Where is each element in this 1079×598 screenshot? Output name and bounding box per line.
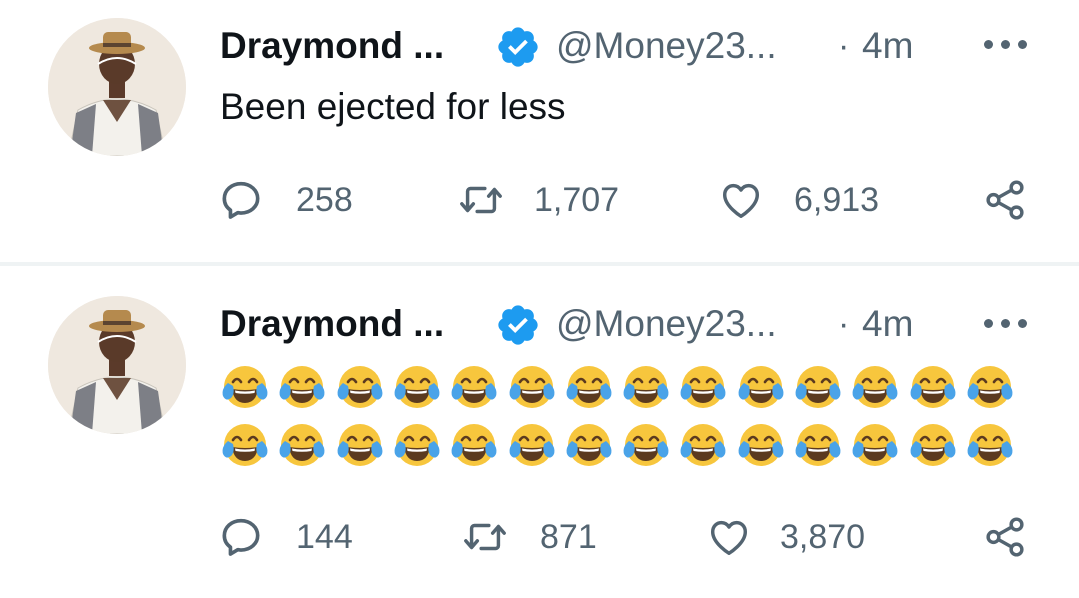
tears-of-joy-emoji-icon [623, 366, 669, 408]
tears-of-joy-emoji-icon [623, 424, 669, 466]
like-count: 6,913 [794, 181, 880, 219]
share-icon[interactable] [982, 177, 1028, 223]
tears-of-joy-emoji-icon [451, 424, 497, 466]
tears-of-joy-emoji-icon [680, 366, 726, 408]
tears-of-joy-emoji-icon [394, 366, 440, 408]
more-options-icon[interactable] [984, 319, 1028, 331]
tweet-text: Been ejected for less [220, 86, 566, 127]
timestamp[interactable]: 4m [862, 25, 913, 67]
retweet-count: 871 [540, 518, 597, 556]
like-count: 3,870 [780, 518, 866, 556]
like-heart-icon[interactable] [718, 177, 764, 223]
author-name[interactable]: Draymond ... [220, 25, 444, 67]
tears-of-joy-emoji-icon [337, 424, 383, 466]
tears-of-joy-emoji-icon [680, 424, 726, 466]
more-options-icon[interactable] [984, 40, 1028, 52]
tears-of-joy-emoji-icon [566, 424, 612, 466]
verified-badge-icon [498, 305, 538, 345]
tears-of-joy-emoji-icon [566, 366, 612, 408]
retweet-count: 1,707 [534, 181, 620, 219]
tears-of-joy-emoji-icon [967, 366, 1013, 408]
tears-of-joy-emoji-icon [795, 424, 841, 466]
retweet-icon[interactable] [462, 514, 508, 560]
like-heart-icon[interactable] [706, 514, 752, 560]
avatar[interactable] [48, 296, 186, 434]
tears-of-joy-emoji-icon [738, 424, 784, 466]
tears-of-joy-emoji-icon [337, 366, 383, 408]
tears-of-joy-emoji-icon [394, 424, 440, 466]
tears-of-joy-emoji-icon [222, 424, 268, 466]
separator-dot: · [838, 27, 850, 65]
tears-of-joy-emoji-icon [509, 366, 554, 408]
tweet[interactable]: Draymond ... @Money23... · 4m Been eject… [0, 0, 1079, 262]
tears-of-joy-emoji-icon [795, 366, 841, 408]
tears-of-joy-emoji-icon [910, 424, 956, 466]
reply-count: 258 [296, 181, 353, 219]
retweet-icon[interactable] [458, 177, 504, 223]
tweet-actions: 258 1,707 6,913 [0, 175, 1079, 225]
tears-of-joy-emoji-icon [910, 366, 956, 408]
separator-dot: · [838, 305, 850, 343]
reply-icon[interactable] [218, 514, 264, 560]
tears-of-joy-emoji-icon [279, 424, 325, 466]
tears-of-joy-emoji-icon [279, 366, 325, 408]
tears-of-joy-emoji-icon [852, 424, 898, 466]
emoji-row [220, 362, 1020, 414]
tears-of-joy-emoji-icon [451, 366, 497, 408]
timestamp[interactable]: 4m [862, 303, 913, 345]
tears-of-joy-emoji-icon [738, 366, 784, 408]
tears-of-joy-emoji-icon [852, 366, 898, 408]
tweet[interactable]: Draymond ... @Money23... · 4m 144 871 3,… [0, 266, 1079, 598]
reply-icon[interactable] [218, 177, 264, 223]
author-handle[interactable]: @Money23... [556, 303, 777, 345]
avatar[interactable] [48, 18, 186, 156]
author-name[interactable]: Draymond ... [220, 303, 444, 345]
tears-of-joy-emoji-icon [509, 424, 554, 466]
emoji-row [220, 420, 1020, 472]
tears-of-joy-emoji-icon [967, 424, 1013, 466]
tears-of-joy-emoji-icon [222, 366, 268, 408]
verified-badge-icon [498, 27, 538, 67]
tweet-actions: 144 871 3,870 [0, 512, 1079, 562]
share-icon[interactable] [982, 514, 1028, 560]
reply-count: 144 [296, 518, 353, 556]
author-handle[interactable]: @Money23... [556, 25, 777, 67]
